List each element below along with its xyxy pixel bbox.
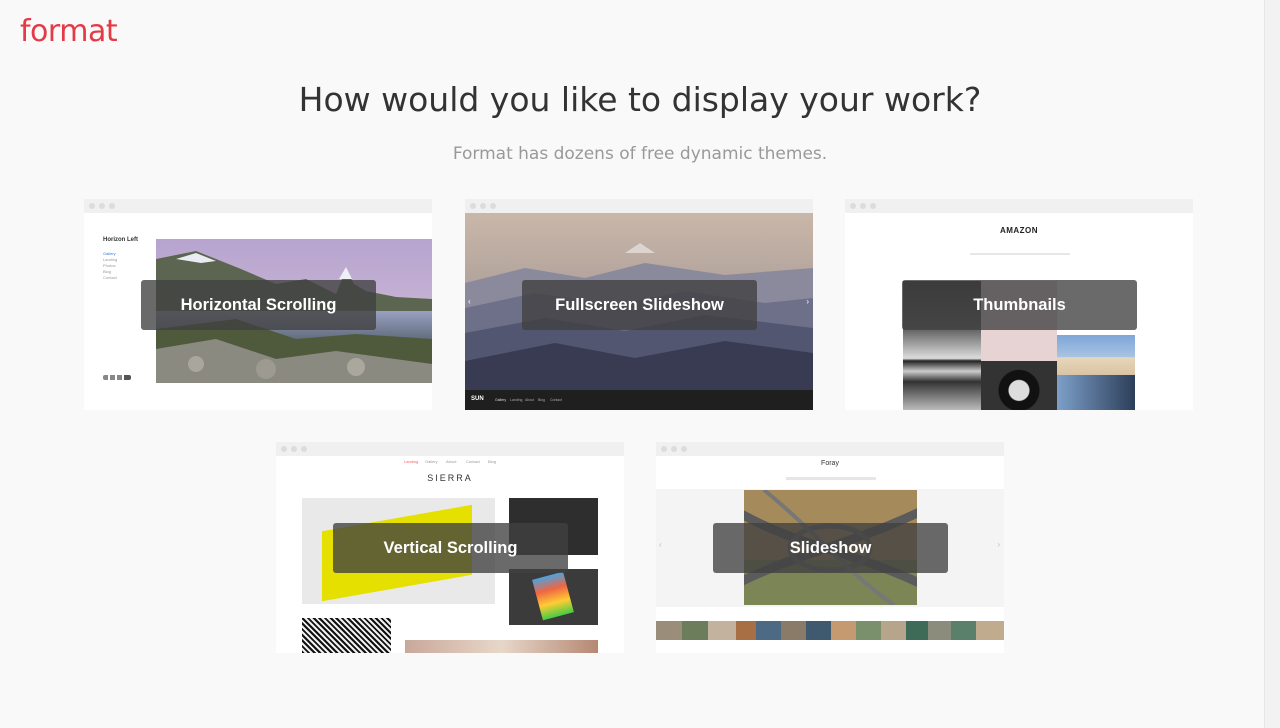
preview-site-title: SUN	[471, 396, 484, 402]
thumbnail-strip	[656, 621, 1004, 640]
preview-image	[509, 569, 598, 625]
preview-thumb	[1057, 335, 1135, 375]
format-logo[interactable]: format	[20, 14, 118, 49]
theme-card-vertical-scrolling[interactable]: Landing Gallery About Contact Blog SIERR…	[276, 442, 624, 653]
theme-label[interactable]: Slideshow	[713, 523, 948, 573]
theme-card-horizontal-scrolling[interactable]: Horizon Left Gallery Landing Photos Blog…	[84, 199, 432, 410]
preview-thumb	[1057, 375, 1135, 410]
page-title: How would you like to display your work?	[298, 80, 982, 119]
preview-site-title: Horizon Left	[103, 237, 138, 243]
next-arrow-icon: ›	[806, 297, 809, 306]
browser-chrome	[845, 199, 1193, 213]
browser-chrome	[84, 199, 432, 213]
next-arrow-icon: ›	[997, 540, 1000, 549]
preview-site-title: SIERRA	[427, 473, 473, 483]
prev-arrow-icon: ‹	[468, 297, 471, 306]
theme-card-fullscreen-slideshow[interactable]: ‹ › SUN Gallery Landing About Blog Conta…	[465, 199, 813, 410]
theme-card-thumbnails[interactable]: AMAZON Thumbnails	[845, 199, 1193, 410]
prev-arrow-icon: ‹	[659, 540, 662, 549]
preview-nav	[786, 477, 876, 480]
social-icons	[103, 375, 131, 380]
theme-label[interactable]: Vertical Scrolling	[333, 523, 568, 573]
theme-label[interactable]: Fullscreen Slideshow	[522, 280, 757, 330]
preview-nav	[970, 253, 1070, 255]
theme-card-slideshow[interactable]: Foray ‹ › Slideshow	[656, 442, 1004, 653]
preview-image	[405, 640, 598, 653]
preview-image	[302, 618, 391, 653]
preview-site-title: AMAZON	[999, 226, 1039, 235]
theme-label[interactable]: Horizontal Scrolling	[141, 280, 376, 330]
preview-thumb	[981, 361, 1057, 410]
browser-chrome	[656, 442, 1004, 456]
browser-chrome	[465, 199, 813, 213]
theme-label[interactable]: Thumbnails	[902, 280, 1137, 330]
browser-chrome	[276, 442, 624, 456]
preview-site-title: Foray	[821, 460, 839, 467]
page-subtitle: Format has dozens of free dynamic themes…	[452, 144, 828, 164]
